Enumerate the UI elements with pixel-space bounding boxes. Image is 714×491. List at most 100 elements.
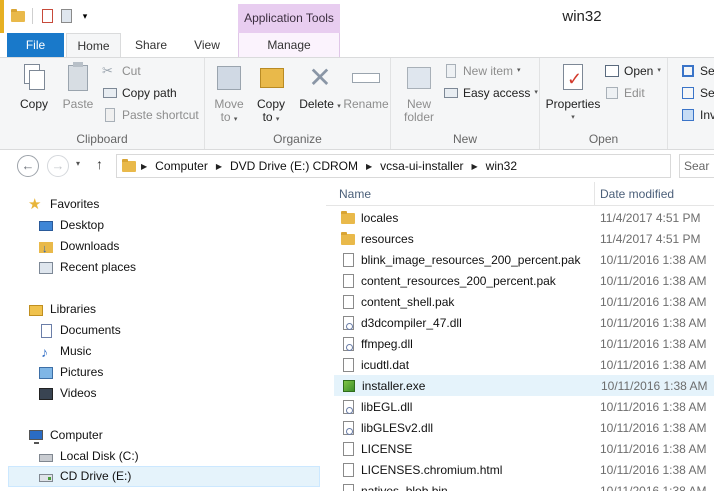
list-item[interactable]: blink_image_resources_200_percent.pak 10/…: [334, 249, 714, 270]
breadcrumb-dvd-drive[interactable]: DVD Drive (E:) CDROM: [226, 159, 362, 173]
select-none-button[interactable]: Sel: [680, 83, 714, 103]
copy-button[interactable]: Copy: [14, 62, 54, 111]
file-icon: [340, 357, 356, 373]
tab-manage[interactable]: Manage: [238, 33, 340, 57]
tab-home[interactable]: Home: [66, 33, 121, 58]
breadcrumb-win32[interactable]: win32: [482, 159, 521, 173]
nav-computer[interactable]: Computer: [28, 425, 103, 446]
tab-file[interactable]: File: [7, 33, 64, 57]
new-item-button[interactable]: New item ▾: [443, 61, 521, 81]
pictures-icon: [38, 365, 54, 381]
file-name: LICENSE: [361, 441, 413, 456]
open-button[interactable]: Open ▾: [604, 61, 661, 81]
chevron-right-icon[interactable]: ▶: [362, 162, 376, 171]
column-date-modified[interactable]: Date modified: [600, 187, 674, 201]
rename-button[interactable]: Rename: [343, 62, 389, 111]
divider: [32, 8, 33, 24]
downloads-icon: [38, 239, 54, 260]
tab-share[interactable]: Share: [122, 33, 180, 57]
file-date-modified: 10/11/2016 1:38 AM: [600, 252, 707, 267]
paste-shortcut-icon: [102, 107, 118, 123]
file-date-modified: 10/11/2016 1:38 AM: [600, 399, 707, 414]
search-input[interactable]: Sear: [679, 154, 714, 178]
title-bar: ▾ Application Tools win32: [0, 0, 714, 33]
address-bar[interactable]: ▶ Computer ▶ DVD Drive (E:) CDROM ▶ vcsa…: [116, 154, 671, 178]
properties-button[interactable]: ✓ Properties ▾: [544, 62, 602, 124]
breadcrumb-vcsa-ui-installer[interactable]: vcsa-ui-installer: [376, 159, 467, 173]
list-item[interactable]: natives_blob.bin 10/11/2016 1:38 AM: [334, 480, 714, 491]
paste-button[interactable]: Paste: [58, 62, 98, 111]
tab-view[interactable]: View: [181, 33, 233, 57]
column-header: Name Date modified: [326, 182, 714, 206]
nav-desktop[interactable]: Desktop: [38, 215, 104, 236]
list-item[interactable]: ffmpeg.dll 10/11/2016 1:38 AM: [334, 333, 714, 354]
file-name: locales: [361, 210, 399, 225]
delete-button[interactable]: ✕ Delete ▾: [299, 62, 341, 113]
file-name: content_shell.pak: [361, 294, 455, 309]
list-item[interactable]: libEGL.dll 10/11/2016 1:38 AM: [334, 396, 714, 417]
forward-button[interactable]: →: [47, 155, 69, 177]
rename-icon: [350, 62, 382, 94]
cd-drive-icon: [38, 469, 54, 485]
up-arrow-icon[interactable]: ↑: [96, 156, 103, 172]
breadcrumb-computer[interactable]: Computer: [151, 159, 212, 173]
file-name: d3dcompiler_47.dll: [361, 315, 462, 330]
nav-favorites[interactable]: ★ Favorites: [28, 194, 99, 215]
nav-cd-drive[interactable]: CD Drive (E:): [8, 466, 320, 487]
list-item[interactable]: content_shell.pak 10/11/2016 1:38 AM: [334, 291, 714, 312]
folder-icon[interactable]: [10, 8, 26, 24]
new-folder-icon[interactable]: [58, 8, 74, 24]
chevron-down-icon[interactable]: ▾: [77, 8, 93, 24]
open-group: ✓ Properties ▾ Open ▾ Edit Open: [540, 58, 668, 149]
file-date-modified: 11/4/2017 4:51 PM: [600, 231, 701, 246]
move-to-icon: [213, 62, 245, 94]
nav-music[interactable]: ♪ Music: [38, 341, 91, 362]
dll-icon: [340, 420, 356, 436]
chevron-right-icon[interactable]: ▶: [212, 162, 226, 171]
arrow-right-icon: →: [51, 158, 65, 173]
list-item[interactable]: icudtl.dat 10/11/2016 1:38 AM: [334, 354, 714, 375]
file-icon: [340, 483, 356, 491]
chevron-right-icon[interactable]: ▶: [468, 162, 482, 171]
column-divider[interactable]: [594, 182, 595, 206]
hard-drive-icon: [38, 449, 54, 465]
list-item[interactable]: content_resources_200_percent.pak 10/11/2…: [334, 270, 714, 291]
properties-icon[interactable]: [39, 8, 55, 24]
list-item[interactable]: LICENSE 10/11/2016 1:38 AM: [334, 438, 714, 459]
properties-icon: ✓: [557, 62, 589, 94]
list-item[interactable]: d3dcompiler_47.dll 10/11/2016 1:38 AM: [334, 312, 714, 333]
list-item[interactable]: libGLESv2.dll 10/11/2016 1:38 AM: [334, 417, 714, 438]
edit-button[interactable]: Edit: [604, 83, 645, 103]
list-item[interactable]: resources 11/4/2017 4:51 PM: [334, 228, 714, 249]
copy-label: Copy: [19, 97, 48, 111]
select-all-button[interactable]: Sel: [680, 61, 714, 81]
move-to-button[interactable]: Move to ▾: [211, 62, 247, 126]
column-name[interactable]: Name: [339, 187, 371, 201]
copy-to-button[interactable]: Copy to ▾: [253, 62, 289, 126]
list-item[interactable]: installer.exe 10/11/2016 1:38 AM: [334, 375, 714, 396]
chevron-right-icon[interactable]: ▶: [137, 162, 151, 171]
recent-locations-icon[interactable]: ▾: [76, 159, 80, 168]
nav-local-disk[interactable]: Local Disk (C:): [38, 446, 139, 467]
easy-access-button[interactable]: Easy access ▾: [443, 83, 538, 103]
copy-path-button[interactable]: Copy path: [102, 83, 177, 103]
list-item[interactable]: locales 11/4/2017 4:51 PM: [334, 207, 714, 228]
nav-pictures[interactable]: Pictures: [38, 362, 103, 383]
invert-selection-button[interactable]: Inv: [680, 105, 714, 125]
libraries-icon: [28, 302, 44, 318]
clipboard-group: Copy Paste ✂ Cut Copy path Paste shortcu…: [0, 58, 205, 149]
nav-documents[interactable]: Documents: [38, 320, 121, 341]
file-date-modified: 10/11/2016 1:38 AM: [600, 357, 707, 372]
back-button[interactable]: ←: [17, 155, 39, 177]
new-folder-button[interactable]: New folder: [397, 62, 441, 124]
navigation-bar: ← → ▾ ↑ ▶ Computer ▶ DVD Drive (E:) CDRO…: [0, 150, 714, 182]
list-item[interactable]: LICENSES.chromium.html 10/11/2016 1:38 AM: [334, 459, 714, 480]
nav-libraries[interactable]: Libraries: [28, 299, 96, 320]
cut-button[interactable]: ✂ Cut: [102, 61, 141, 81]
paste-shortcut-button[interactable]: Paste shortcut: [102, 105, 199, 125]
nav-recent-places[interactable]: Recent places: [38, 257, 136, 278]
paste-icon: [62, 62, 94, 94]
nav-downloads[interactable]: Downloads: [38, 236, 119, 260]
nav-videos[interactable]: Videos: [38, 383, 96, 404]
new-group-label: New: [452, 132, 477, 146]
